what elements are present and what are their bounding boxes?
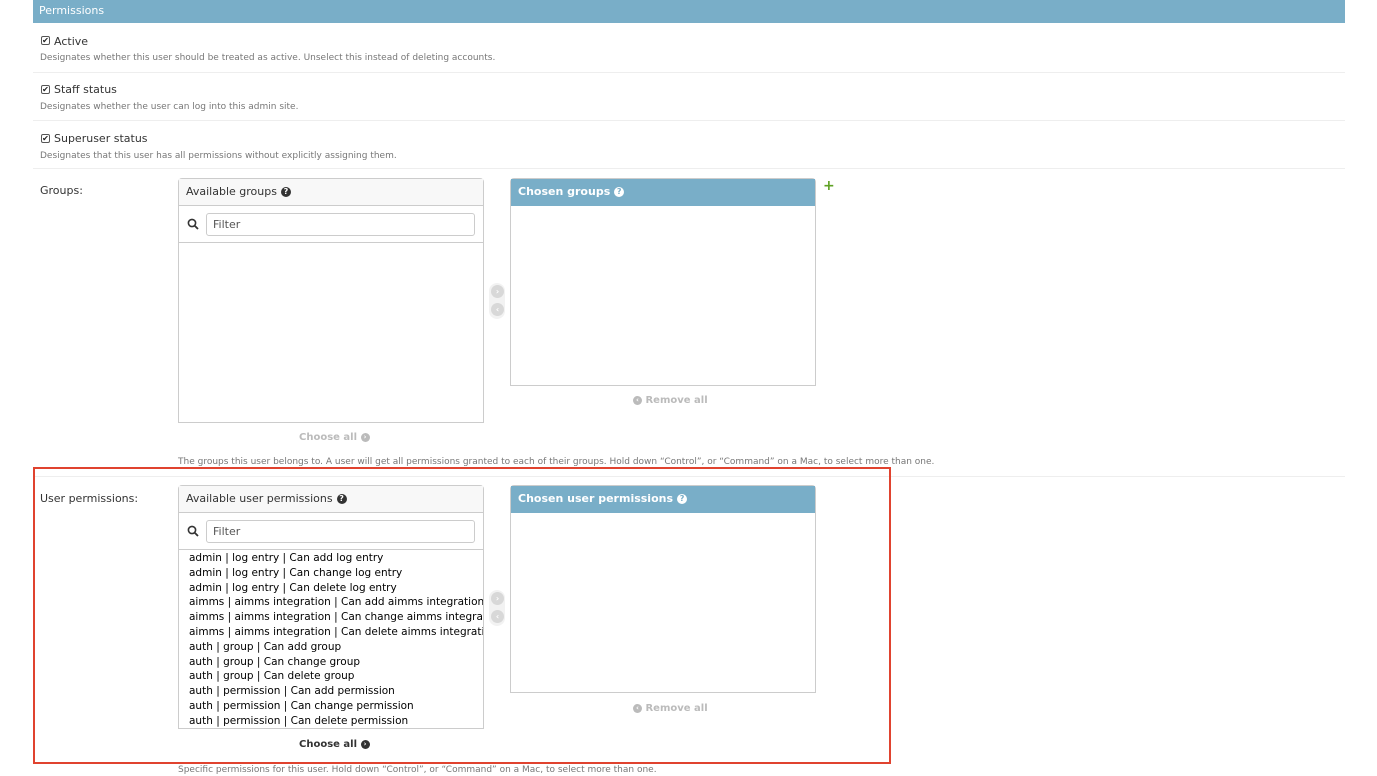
highlight-box <box>33 467 891 764</box>
groups-arrow-column: › ‹ <box>489 283 505 319</box>
help-icon[interactable]: ? <box>614 187 625 197</box>
groups-help: The groups this user belongs to. A user … <box>178 457 935 467</box>
superuser-checkbox[interactable]: ✔ <box>41 134 50 143</box>
available-groups-box: Available groups? <box>178 178 484 423</box>
row-divider <box>33 168 1345 169</box>
left-circle-icon: ‹ <box>633 395 642 405</box>
available-groups-title-text: Available groups <box>186 185 277 198</box>
active-checkbox[interactable]: ✔ <box>41 36 50 45</box>
superuser-help: Designates that this user has all permis… <box>40 151 397 161</box>
row-divider <box>33 120 1345 121</box>
help-icon[interactable]: ? <box>280 187 291 197</box>
groups-filter-row <box>179 206 483 243</box>
available-groups-list[interactable] <box>179 243 483 422</box>
staff-help: Designates whether the user can log into… <box>40 102 299 112</box>
checkmark-icon: ✔ <box>42 134 49 143</box>
groups-remove-all-text: Remove all <box>645 395 708 406</box>
section-title: Permissions <box>39 4 105 17</box>
superuser-label[interactable]: Superuser status <box>54 132 148 145</box>
add-group-plus-icon[interactable]: + <box>823 179 835 193</box>
checkmark-icon: ✔ <box>42 85 49 94</box>
groups-label: Groups: <box>40 184 83 197</box>
chosen-groups-title-text: Chosen groups <box>518 185 611 198</box>
groups-remove-all-link[interactable]: ‹ Remove all <box>633 395 708 406</box>
chosen-groups-title: Chosen groups? <box>511 179 815 206</box>
staff-label[interactable]: Staff status <box>54 83 117 96</box>
chosen-groups-box: Chosen groups? <box>510 178 816 386</box>
right-circle-icon: › <box>360 432 370 442</box>
add-group-arrow-icon[interactable]: › <box>491 285 504 298</box>
groups-choose-all-text: Choose all <box>299 432 358 443</box>
groups-choose-all-link[interactable]: Choose all › <box>299 432 370 443</box>
search-icon <box>187 218 199 230</box>
active-help: Designates whether this user should be t… <box>40 53 496 63</box>
groups-filter-input[interactable] <box>206 213 475 236</box>
permissions-help: Specific permissions for this user. Hold… <box>178 765 657 775</box>
remove-group-arrow-icon[interactable]: ‹ <box>491 303 504 316</box>
chosen-groups-list[interactable] <box>511 206 815 385</box>
staff-checkbox[interactable]: ✔ <box>41 85 50 94</box>
active-label[interactable]: Active <box>54 35 88 48</box>
section-header-permissions: Permissions <box>33 0 1345 23</box>
checkmark-icon: ✔ <box>42 36 49 45</box>
row-divider <box>33 72 1345 73</box>
available-groups-title: Available groups? <box>179 179 483 206</box>
